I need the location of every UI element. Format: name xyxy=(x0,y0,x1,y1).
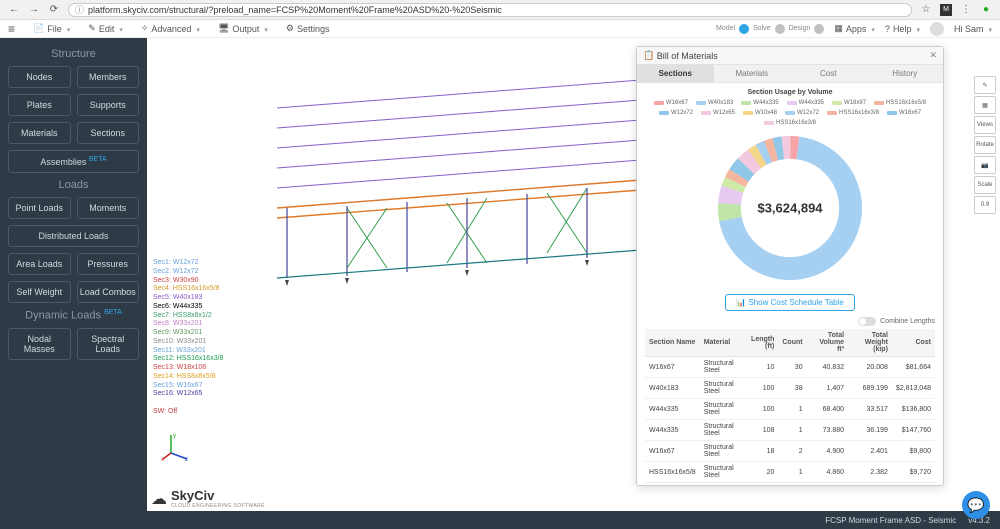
table-row[interactable]: W16x67Structural Steel1824.9002.401$9,80… xyxy=(645,441,935,462)
chart-legend: W16x67W40x183W44x335W44x335W18x97HSS16x1… xyxy=(645,100,935,126)
rtool-5[interactable]: Scale xyxy=(974,176,996,194)
table-row[interactable]: W16x67Structural Steel103040.83220.008$8… xyxy=(645,357,935,378)
rtool-0[interactable]: ✎ xyxy=(974,76,996,94)
loads-heading: Loads xyxy=(8,179,139,191)
edit-menu[interactable]: ✎Edit xyxy=(88,23,123,34)
toggle-icon[interactable] xyxy=(858,317,876,326)
load-combos-button[interactable]: Load Combos xyxy=(77,281,140,303)
ext1-icon[interactable]: M xyxy=(940,4,952,16)
table-row[interactable]: W40x183Structural Steel100381,407689.199… xyxy=(645,378,935,399)
rtool-6[interactable]: 0.9 xyxy=(974,196,996,214)
brand-logo: ☁ SkyCivCLOUD ENGINEERING SOFTWARE xyxy=(151,488,265,509)
table-row[interactable]: W44x335Structural Steel108173.88036.199$… xyxy=(645,420,935,441)
forward-icon[interactable]: → xyxy=(28,4,40,16)
section-legend: Sec1: W12x72Sec2: W12x72Sec3: W30x90Sec4… xyxy=(153,259,223,399)
structure-heading: Structure xyxy=(8,48,139,60)
svg-text:y: y xyxy=(173,433,176,439)
rtool-3[interactable]: Rotate xyxy=(974,136,996,154)
sections-button[interactable]: Sections xyxy=(77,122,140,144)
bom-table: Section Name Material Length (ft) Count … xyxy=(645,329,935,485)
output-menu[interactable]: 🖥Output xyxy=(218,23,268,34)
table-row[interactable]: W44x335Structural Steel100168.40033.517$… xyxy=(645,399,935,420)
self-weight-status: SW: Off xyxy=(153,408,177,415)
materials-button[interactable]: Materials xyxy=(8,122,71,144)
back-icon[interactable]: ← xyxy=(8,4,20,16)
help-menu[interactable]: ?Help xyxy=(885,24,920,34)
status-bar: FCSP Moment Frame ASD - Seismic v4.3.2 xyxy=(147,511,1000,529)
ext3-icon[interactable]: ● xyxy=(980,4,992,16)
area-loads-button[interactable]: Area Loads xyxy=(8,253,71,275)
rtool-1[interactable]: ▦ xyxy=(974,96,996,114)
app-toolbar: ≡ 📄File ✎Edit ✧Advanced 🖥Output ⚙Setting… xyxy=(0,20,1000,38)
url-bar[interactable]: ⓘ platform.skyciv.com/structural/?preloa… xyxy=(68,3,912,17)
show-cost-button[interactable]: 📊 Show Cost Schedule Table xyxy=(725,294,855,311)
tab-sections[interactable]: Sections xyxy=(637,65,714,82)
donut-chart: $3,624,894 xyxy=(710,128,870,288)
chart-title: Section Usage by Volume xyxy=(645,89,935,96)
settings-menu[interactable]: ⚙Settings xyxy=(286,23,330,34)
pressures-button[interactable]: Pressures xyxy=(77,253,140,275)
self-weight-button[interactable]: Self Weight xyxy=(8,281,71,303)
advanced-menu[interactable]: ✧Advanced xyxy=(141,23,200,34)
panel-title: Bill of Materials xyxy=(657,51,718,61)
chat-bubble-icon[interactable]: 💬 xyxy=(962,491,990,519)
tab-materials[interactable]: Materials xyxy=(714,65,791,82)
right-tool-column: ✎ ▦ Views Rotate 📷 Scale 0.9 xyxy=(974,76,996,214)
mode-switcher[interactable]: Model Solve Design xyxy=(716,24,824,34)
url-text: platform.skyciv.com/structural/?preload_… xyxy=(88,5,502,15)
reload-icon[interactable]: ⟳ xyxy=(48,4,60,16)
dynamic-heading: Dynamic Loads BETA xyxy=(8,309,139,322)
moments-button[interactable]: Moments xyxy=(77,197,140,219)
file-menu[interactable]: 📄File xyxy=(33,23,70,34)
plates-button[interactable]: Plates xyxy=(8,94,71,116)
table-row[interactable]: HSS16x16x5/8Structural Steel2014.8602.38… xyxy=(645,462,935,483)
nodal-masses-button[interactable]: Nodal Masses xyxy=(8,328,71,360)
axis-gizmo: y z x xyxy=(161,431,191,461)
panel-tabs: Sections Materials Cost History xyxy=(637,65,943,83)
user-menu[interactable]: Hi Sam xyxy=(954,24,992,34)
project-name: FCSP Moment Frame ASD - Seismic xyxy=(825,516,956,525)
combine-lengths-toggle[interactable]: Combine Lengths xyxy=(645,317,935,326)
donut-center-value: $3,624,894 xyxy=(757,201,822,216)
rtool-2[interactable]: Views xyxy=(974,116,996,134)
tab-cost[interactable]: Cost xyxy=(790,65,867,82)
menu-icon[interactable]: ≡ xyxy=(8,22,15,36)
distributed-loads-button[interactable]: Distributed Loads xyxy=(8,225,139,247)
table-row[interactable]: W12x72Structural Steel23826.96113.211$53… xyxy=(645,483,935,486)
tab-history[interactable]: History xyxy=(867,65,944,82)
members-button[interactable]: Members xyxy=(77,66,140,88)
spectral-loads-button[interactable]: Spectral Loads xyxy=(77,328,140,360)
bom-panel: 📋 Bill of Materials ✕ Sections Materials… xyxy=(636,46,944,486)
avatar[interactable] xyxy=(930,22,944,36)
left-sidebar: Structure Nodes Members Plates Supports … xyxy=(0,38,147,529)
list-icon: 📋 xyxy=(643,50,654,61)
ext2-icon[interactable]: ⋮ xyxy=(960,4,972,16)
svg-text:z: z xyxy=(185,457,188,461)
cloud-icon: ☁ xyxy=(151,489,167,509)
svg-text:x: x xyxy=(161,457,164,461)
assemblies-button[interactable]: Assemblies BETA xyxy=(8,150,139,173)
star-icon[interactable]: ☆ xyxy=(920,4,932,16)
close-icon[interactable]: ✕ xyxy=(929,50,937,61)
browser-chrome: ← → ⟳ ⓘ platform.skyciv.com/structural/?… xyxy=(0,0,1000,20)
supports-button[interactable]: Supports xyxy=(77,94,140,116)
point-loads-button[interactable]: Point Loads xyxy=(8,197,71,219)
rtool-4[interactable]: 📷 xyxy=(974,156,996,174)
nodes-button[interactable]: Nodes xyxy=(8,66,71,88)
apps-menu[interactable]: ▦Apps xyxy=(834,23,875,34)
